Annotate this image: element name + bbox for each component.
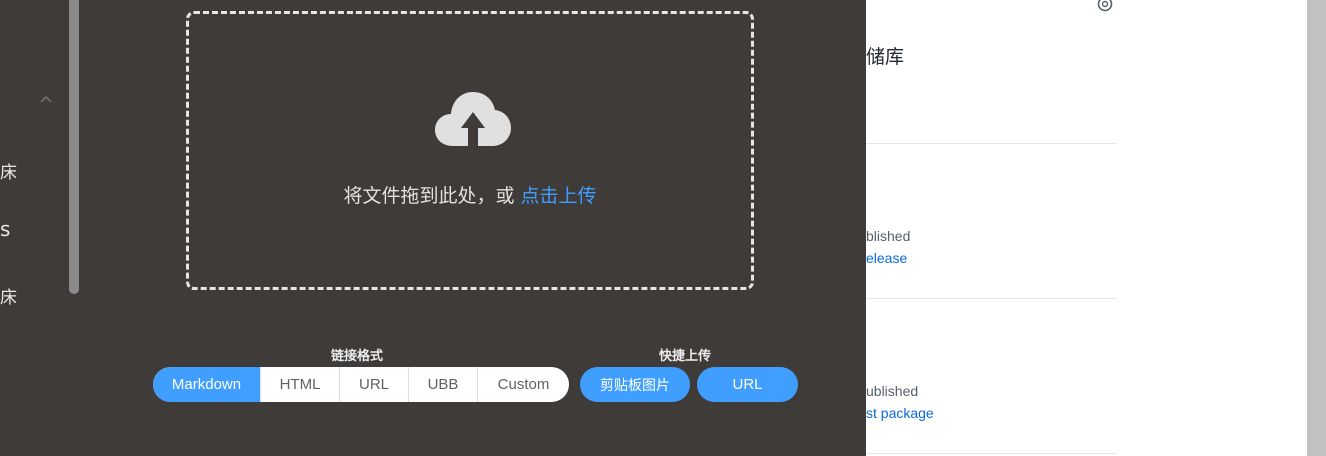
item-status: ublished <box>866 383 919 399</box>
page-scrollbar[interactable] <box>1307 0 1326 456</box>
gear-icon[interactable] <box>1095 0 1115 14</box>
link-format-selector: Markdown HTML URL UBB Custom <box>153 367 569 402</box>
dropzone-hint: 将文件拖到此处，或 点击上传 <box>189 181 751 208</box>
list-divider <box>866 298 1116 299</box>
item-link[interactable]: elease <box>866 250 907 266</box>
format-ubb-button[interactable]: UBB <box>409 367 478 402</box>
cloud-upload-icon <box>435 92 511 146</box>
format-html-button[interactable]: HTML <box>261 367 340 402</box>
item-link[interactable]: st package <box>866 405 934 421</box>
upload-dropzone[interactable]: 将文件拖到此处，或 点击上传 <box>186 11 754 290</box>
repo-title: 储库 <box>866 46 905 68</box>
clipboard-image-button[interactable]: 剪贴板图片 <box>580 367 690 402</box>
chevron-up-icon[interactable] <box>38 92 54 108</box>
format-url-button[interactable]: URL <box>340 367 409 402</box>
sidebar-scrollbar[interactable] <box>69 0 79 294</box>
url-upload-button[interactable]: URL <box>697 367 798 402</box>
list-divider <box>866 453 1116 454</box>
dropzone-hint-text: 将文件拖到此处，或 <box>343 185 515 207</box>
sidebar-partial-text-2: s <box>0 217 11 241</box>
format-custom-button[interactable]: Custom <box>478 367 569 402</box>
sidebar-partial-text-3: 床 <box>0 288 17 308</box>
link-format-label: 链接格式 <box>331 349 384 364</box>
upload-panel: 床 s 床 将文件拖到此处，或 点击上传 链接格式 快捷上传 Markdown … <box>0 0 866 456</box>
quick-upload-label: 快捷上传 <box>659 349 712 364</box>
sidebar-partial-text-1: 床 <box>0 163 17 183</box>
format-markdown-button[interactable]: Markdown <box>153 367 261 402</box>
item-status: blished <box>866 228 911 244</box>
list-divider <box>866 143 1116 144</box>
click-upload-link[interactable]: 点击上传 <box>521 185 597 207</box>
